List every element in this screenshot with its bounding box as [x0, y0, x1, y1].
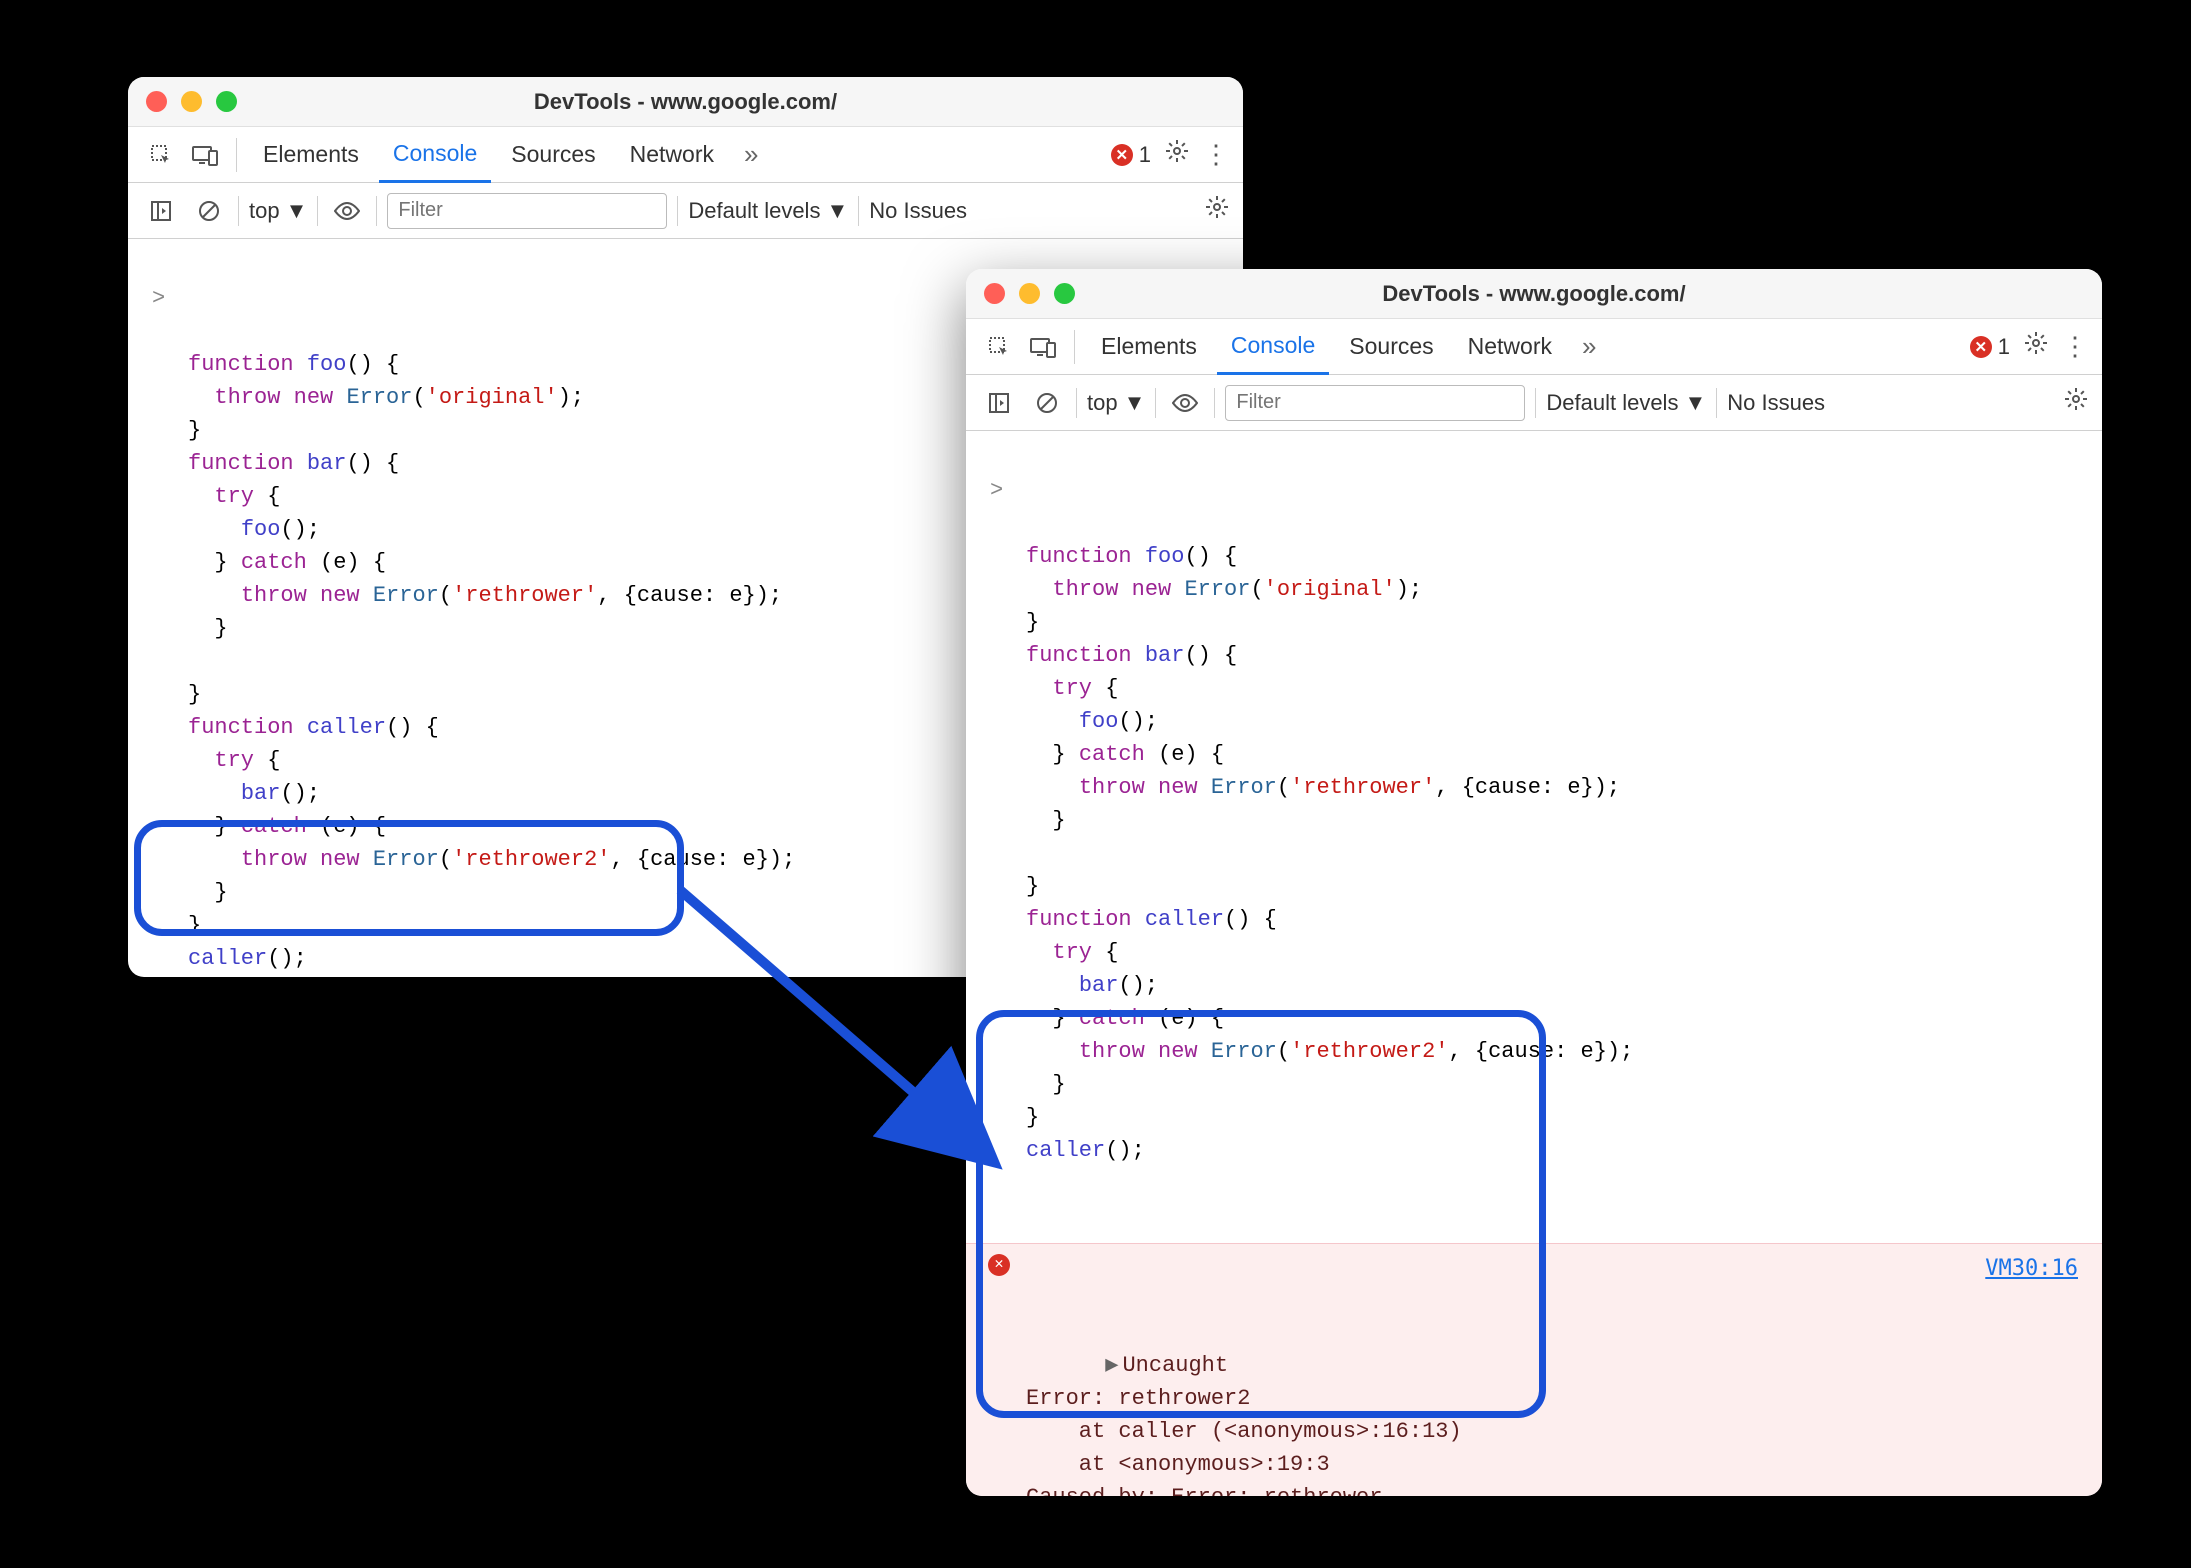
- maximize-button[interactable]: [216, 91, 237, 112]
- levels-selector[interactable]: Default levels▼: [688, 198, 848, 224]
- error-icon: ✕: [1970, 336, 1992, 358]
- live-expression-icon[interactable]: [328, 192, 366, 230]
- code-input: > function foo() { throw new Error('orig…: [966, 431, 2102, 1243]
- issues-link[interactable]: No Issues: [869, 198, 967, 224]
- settings-icon[interactable]: [2024, 331, 2048, 362]
- titlebar: DevTools - www.google.com/: [128, 77, 1243, 127]
- tab-console[interactable]: Console: [1217, 319, 1329, 375]
- more-tabs-icon[interactable]: »: [734, 139, 768, 170]
- console-toolbar: top▼ Default levels▼ No Issues: [128, 183, 1243, 239]
- device-toggle-icon[interactable]: [186, 136, 224, 174]
- maximize-button[interactable]: [1054, 283, 1075, 304]
- live-expression-icon[interactable]: [1166, 384, 1204, 422]
- console-body: > function foo() { throw new Error('orig…: [966, 431, 2102, 1496]
- tabs-row: Elements Console Sources Network » ✕ 1 ⋮: [128, 127, 1243, 183]
- source-link[interactable]: VM30:16: [1985, 1252, 2078, 1285]
- devtools-window-2: DevTools - www.google.com/ Elements Cons…: [966, 269, 2102, 1496]
- settings-icon[interactable]: [1165, 139, 1189, 170]
- tab-sources[interactable]: Sources: [1335, 319, 1447, 375]
- minimize-button[interactable]: [1019, 283, 1040, 304]
- filter-input[interactable]: [387, 193, 667, 229]
- console-settings-icon[interactable]: [2064, 387, 2088, 418]
- tabs-row: Elements Console Sources Network » ✕ 1 ⋮: [966, 319, 2102, 375]
- inspect-icon[interactable]: [980, 328, 1018, 366]
- expand-icon[interactable]: ▶: [1105, 1349, 1118, 1382]
- sidebar-toggle-icon[interactable]: [142, 192, 180, 230]
- error-count-badge[interactable]: ✕ 1: [1970, 334, 2010, 360]
- minimize-button[interactable]: [181, 91, 202, 112]
- context-selector[interactable]: top▼: [249, 198, 307, 224]
- clear-console-icon[interactable]: [1028, 384, 1066, 422]
- traffic-lights: [146, 91, 237, 112]
- close-button[interactable]: [146, 91, 167, 112]
- tab-network[interactable]: Network: [1454, 319, 1566, 375]
- window-title: DevTools - www.google.com/: [966, 281, 2102, 307]
- close-button[interactable]: [984, 283, 1005, 304]
- tab-console[interactable]: Console: [379, 127, 491, 183]
- tab-elements[interactable]: Elements: [249, 127, 373, 183]
- more-menu-icon[interactable]: ⋮: [2062, 331, 2088, 362]
- clear-console-icon[interactable]: [190, 192, 228, 230]
- device-toggle-icon[interactable]: [1024, 328, 1062, 366]
- input-prompt-icon: >: [152, 282, 165, 315]
- traffic-lights: [984, 283, 1075, 304]
- error-icon: ✕: [988, 1254, 1010, 1276]
- error-message[interactable]: ✕ VM30:16 ▶Uncaught Error: rethrower2 at…: [966, 1243, 2102, 1496]
- levels-selector[interactable]: Default levels▼: [1546, 390, 1706, 416]
- filter-input[interactable]: [1225, 385, 1525, 421]
- context-selector[interactable]: top▼: [1087, 390, 1145, 416]
- console-toolbar: top▼ Default levels▼ No Issues: [966, 375, 2102, 431]
- more-menu-icon[interactable]: ⋮: [1203, 139, 1229, 170]
- more-tabs-icon[interactable]: »: [1572, 331, 1606, 362]
- error-count-badge[interactable]: ✕ 1: [1111, 142, 1151, 168]
- sidebar-toggle-icon[interactable]: [980, 384, 1018, 422]
- console-settings-icon[interactable]: [1205, 195, 1229, 226]
- inspect-icon[interactable]: [142, 136, 180, 174]
- error-icon: ✕: [1111, 144, 1133, 166]
- tab-elements[interactable]: Elements: [1087, 319, 1211, 375]
- tab-network[interactable]: Network: [616, 127, 728, 183]
- issues-link[interactable]: No Issues: [1727, 390, 1825, 416]
- input-prompt-icon: >: [990, 474, 1003, 507]
- tab-sources[interactable]: Sources: [497, 127, 609, 183]
- titlebar: DevTools - www.google.com/: [966, 269, 2102, 319]
- window-title: DevTools - www.google.com/: [128, 89, 1243, 115]
